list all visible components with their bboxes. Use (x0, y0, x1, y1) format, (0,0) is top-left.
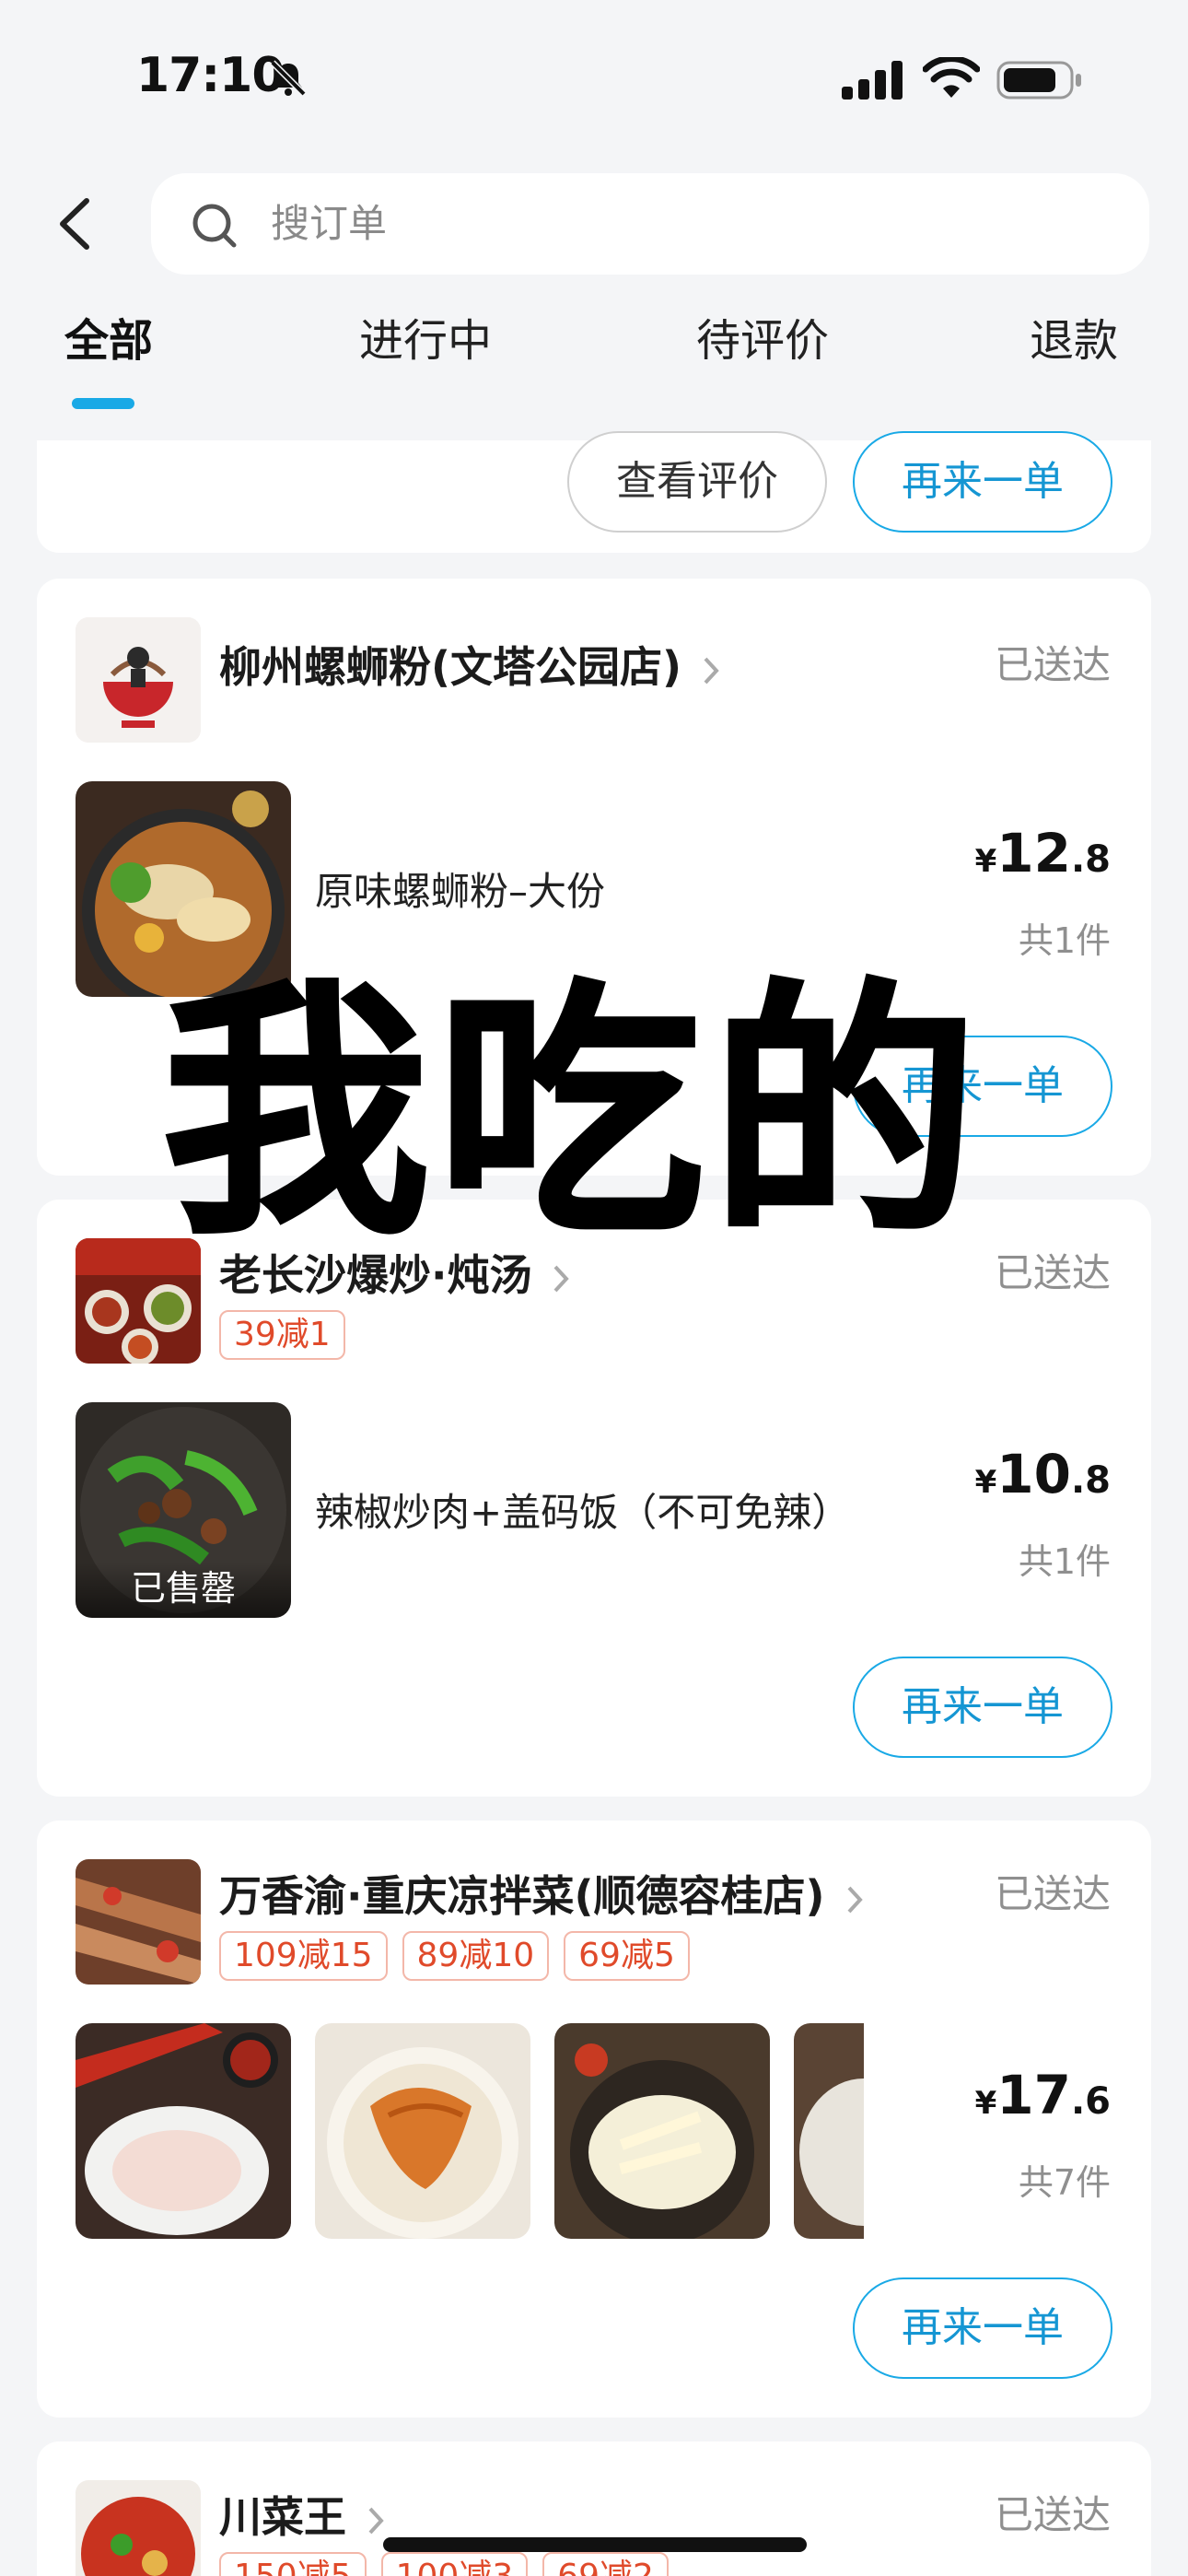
store-logo (76, 1859, 201, 1985)
order-card[interactable]: 川菜王 150减5 100减3 69减2 已送达 (37, 2441, 1151, 2576)
coupon-tag: 109减15 (219, 1931, 388, 1981)
store-name[interactable]: 川菜王 (219, 2484, 385, 2545)
search-placeholder: 搜订单 (271, 201, 388, 246)
search-bar[interactable]: 搜订单 (151, 173, 1149, 275)
battery-icon (996, 61, 1081, 100)
reorder-button[interactable]: 再来一单 (853, 431, 1112, 533)
coupon-list: 109减15 89减10 69减5 (219, 1931, 690, 1981)
back-icon[interactable] (52, 195, 98, 252)
item-count: 共1件 (1018, 1541, 1111, 1582)
search-icon (192, 204, 237, 248)
store-name[interactable]: 万香渝·重庆凉拌菜(顺德容桂店) (219, 1863, 864, 1924)
order-tabs: 全部 进行中 待评价 退款 (0, 304, 1188, 415)
status-bar: 17:10 (0, 0, 1188, 157)
status-time: 17:10 (136, 48, 285, 103)
dish-image (794, 2023, 864, 2239)
coupon-tag: 100减3 (380, 2552, 529, 2576)
store-logo (76, 2480, 201, 2576)
chevron-right-icon (704, 657, 719, 684)
store-name[interactable]: 柳州螺蛳粉(文塔公园店) (219, 634, 720, 695)
order-status: 已送达 (994, 1250, 1111, 1295)
order-status: 已送达 (994, 1871, 1111, 1916)
coupon-list: 39减1 (219, 1310, 345, 1360)
tab-in-progress[interactable]: 进行中 (359, 310, 492, 372)
coupon-tag: 39减1 (219, 1310, 345, 1360)
chevron-right-icon (847, 1886, 863, 1913)
dish-image (76, 2023, 291, 2239)
tab-refund[interactable]: 退款 (1030, 310, 1118, 372)
coupon-tag: 89减10 (402, 1931, 550, 1981)
order-price: ¥10.8 (974, 1443, 1111, 1505)
dish-image (554, 2023, 770, 2239)
tab-to-review[interactable]: 待评价 (696, 310, 829, 372)
order-price: ¥12.8 (974, 822, 1111, 884)
tab-indicator (72, 398, 134, 409)
coupon-tag: 150减5 (219, 2552, 367, 2576)
overlay-caption: 我吃的 (160, 959, 985, 1270)
item-count: 共7件 (1018, 2162, 1111, 2203)
view-review-button[interactable]: 查看评价 (567, 431, 827, 533)
cellular-signal-icon (842, 61, 903, 100)
dish-image: 已售罄 (76, 1402, 291, 1618)
coupon-tag: 69减2 (542, 2552, 669, 2576)
sold-out-badge: 已售罄 (76, 1563, 291, 1618)
home-indicator[interactable] (383, 2537, 807, 2552)
coupon-list: 150减5 100减3 69减2 (219, 2552, 669, 2576)
item-count: 共1件 (1018, 920, 1111, 961)
wifi-icon (923, 57, 980, 98)
store-logo (76, 617, 201, 743)
orders-page: 17:10 搜订单 全部 进行中 待评价 退款 查看评价 再来一单 柳州螺蛳粉(… (0, 0, 1188, 2576)
dish-image (315, 2023, 530, 2239)
reorder-button[interactable]: 再来一单 (853, 2277, 1112, 2379)
bell-muted-icon (270, 60, 307, 97)
order-price: ¥17.6 (974, 2064, 1111, 2126)
tab-all[interactable]: 全部 (64, 310, 153, 372)
order-card[interactable]: 老长沙爆炒·炖汤 39减1 已送达 已售罄 辣椒炒肉+盖码饭（不可免辣） ¥10… (37, 1200, 1151, 1797)
dish-name: 辣椒炒肉+盖码饭（不可免辣） (315, 1490, 851, 1535)
coupon-tag: 69减5 (564, 1931, 690, 1981)
order-status: 已送达 (994, 642, 1111, 687)
order-status: 已送达 (994, 2492, 1111, 2537)
chevron-right-icon (368, 2507, 384, 2534)
order-card-partial: 查看评价 再来一单 (37, 431, 1151, 553)
order-card[interactable]: 万香渝·重庆凉拌菜(顺德容桂店) 109减15 89减10 69减5 已送达 ¥… (37, 1821, 1151, 2418)
reorder-button[interactable]: 再来一单 (853, 1657, 1112, 1758)
dish-name: 原味螺蛳粉–大份 (315, 869, 606, 914)
